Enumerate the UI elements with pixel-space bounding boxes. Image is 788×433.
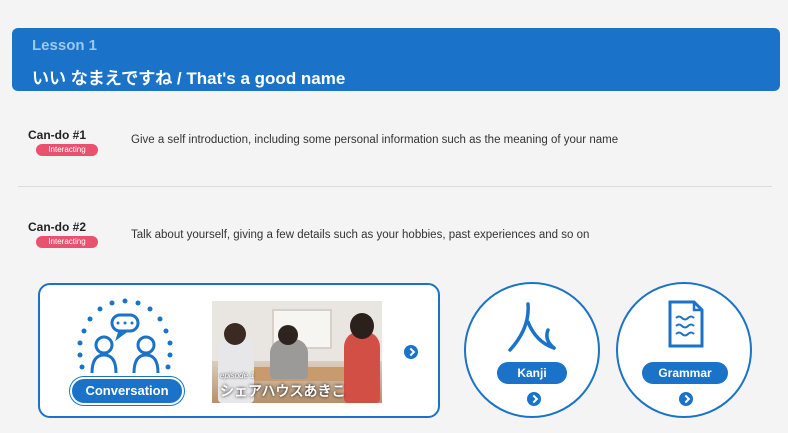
conversation-people-icon [77, 298, 173, 374]
cando-item-2: Can-do #2 Interacting Talk about yoursel… [0, 220, 788, 260]
lesson-number: Lesson 1 [32, 37, 98, 54]
thumbnail-person [344, 331, 380, 403]
episode-thumbnail[interactable]: episode 1 シェアハウスあきこ [212, 301, 382, 403]
cando-label: Can-do #1 [28, 128, 87, 142]
lesson-page: Lesson 1 いい なまえですね / That's a good name … [0, 0, 788, 433]
interacting-badge: Interacting [36, 144, 98, 156]
kanji-card[interactable]: Kanji [464, 282, 600, 418]
lesson-title: いい なまえですね / That's a good name [32, 69, 346, 88]
chevron-right-icon[interactable] [527, 392, 541, 406]
episode-number: episode 1 [220, 371, 255, 380]
thumbnail-person-head [350, 313, 374, 339]
grammar-card[interactable]: Grammar [616, 282, 752, 418]
cando-description: Give a self introduction, including some… [131, 134, 619, 146]
chevron-right-icon[interactable] [679, 392, 693, 406]
episode-title: シェアハウスあきこ [220, 383, 346, 399]
cando-label: Can-do #2 [28, 220, 87, 234]
document-icon [668, 300, 704, 348]
thumbnail-person-head [278, 325, 298, 345]
thumbnail-person-head [224, 323, 246, 345]
interacting-badge: Interacting [36, 236, 98, 248]
grammar-label: Grammar [642, 362, 728, 384]
kanji-label: Kanji [497, 362, 567, 384]
cando-item-1: Can-do #1 Interacting Give a self introd… [0, 128, 788, 168]
divider [18, 186, 772, 187]
cando-description: Talk about yourself, giving a few detail… [131, 229, 590, 241]
chevron-right-icon[interactable] [404, 345, 418, 359]
conversation-card[interactable]: Conversation episode 1 シェアハウスあきこ [38, 283, 440, 418]
kanji-glyph-icon [508, 302, 556, 352]
conversation-label: Conversation [70, 377, 184, 405]
thumbnail-person [270, 339, 308, 379]
lesson-header: Lesson 1 いい なまえですね / That's a good name [12, 28, 780, 91]
